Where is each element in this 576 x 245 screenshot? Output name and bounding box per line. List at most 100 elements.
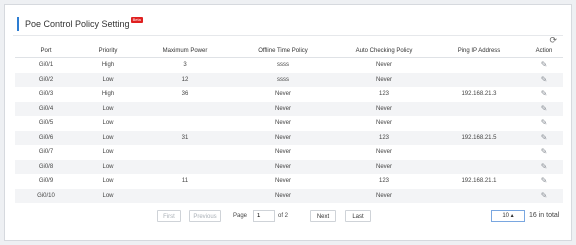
poe-policy-panel: Poe Control Policy Setting Beta ⟳ Port P… <box>4 4 572 241</box>
table-row: Gi0/5 Low Never Never ✎ <box>15 116 563 131</box>
cell-ping-ip <box>433 72 525 87</box>
edit-icon[interactable]: ✎ <box>541 177 548 185</box>
previous-page-button[interactable]: Previous <box>189 210 221 222</box>
edit-icon[interactable]: ✎ <box>541 90 548 98</box>
cell-auto-checking: Never <box>335 159 433 174</box>
cell-auto-checking: Never <box>335 188 433 203</box>
edit-icon[interactable]: ✎ <box>541 148 548 156</box>
cell-offline-policy: Never <box>231 101 335 116</box>
cell-priority: Low <box>77 101 139 116</box>
column-header-action: Action <box>525 45 563 58</box>
cell-ping-ip: 192.168.21.3 <box>461 91 497 98</box>
cell-max-power: 11 <box>181 178 189 185</box>
total-count: 16 in total <box>529 212 560 219</box>
cell-auto-checking: 123 <box>378 91 389 98</box>
cell-priority: High <box>101 91 115 98</box>
cell-priority: Low <box>77 72 139 87</box>
table-row: Gi0/8 Low Never Never ✎ <box>15 159 563 174</box>
cell-ping-ip <box>433 188 525 203</box>
cell-action: ✎ <box>525 174 563 189</box>
cell-offline-policy: Never <box>274 120 291 127</box>
cell-offline-policy: Never <box>274 178 291 185</box>
cell-priority: Low <box>77 130 139 145</box>
table-row: Gi0/9 Low 11 Never 123 192.168.21.1 ✎ <box>15 174 563 189</box>
edit-icon[interactable]: ✎ <box>541 191 548 200</box>
cell-priority: Low <box>77 159 139 174</box>
cell-offline-policy: ssss <box>277 62 289 69</box>
table-row: Gi0/6 Low 31 Never 123 192.168.21.5 ✎ <box>15 130 563 145</box>
cell-auto-checking: 123 <box>378 178 389 185</box>
cell-max-power <box>139 101 231 116</box>
cell-auto-checking: Never <box>375 149 392 156</box>
page-label: Page <box>233 213 248 219</box>
page-title: Poe Control Policy Setting <box>25 19 130 29</box>
cell-offline-policy: Never <box>274 91 291 98</box>
edit-icon[interactable]: ✎ <box>541 61 548 69</box>
cell-ping-ip <box>433 145 525 160</box>
cell-action: ✎ <box>525 145 563 160</box>
cell-port: Gi0/3 <box>38 91 54 98</box>
pagination: First Previous Page of 2 Next Last 10 ▴ … <box>5 210 573 224</box>
page-number-input[interactable] <box>253 210 275 222</box>
cell-ping-ip <box>433 116 525 131</box>
cell-max-power <box>139 145 231 160</box>
edit-icon[interactable]: ✎ <box>541 75 548 84</box>
cell-offline-policy: Never <box>231 159 335 174</box>
cell-action: ✎ <box>525 116 563 131</box>
cell-offline-policy: Never <box>231 130 335 145</box>
cell-auto-checking: Never <box>335 101 433 116</box>
cell-priority: Low <box>77 188 139 203</box>
cell-port: Gi0/6 <box>15 130 77 145</box>
cell-max-power: 3 <box>183 62 187 69</box>
edit-icon[interactable]: ✎ <box>541 119 548 127</box>
cell-action: ✎ <box>525 58 563 73</box>
cell-action: ✎ <box>525 159 563 174</box>
cell-max-power: 12 <box>139 72 231 87</box>
column-header-offline-policy[interactable]: Offline Time Policy <box>231 45 335 58</box>
column-header-port[interactable]: Port <box>15 45 77 58</box>
cell-port: Gi0/4 <box>15 101 77 116</box>
cell-ping-ip: 192.168.21.5 <box>433 130 525 145</box>
column-header-auto-checking[interactable]: Auto Checking Policy <box>335 45 433 58</box>
cell-max-power <box>139 188 231 203</box>
cell-action: ✎ <box>525 72 563 87</box>
cell-action: ✎ <box>525 87 563 102</box>
table-row: Gi0/10 Low Never Never ✎ <box>15 188 563 203</box>
column-header-max-power[interactable]: Maximum Power <box>139 45 231 58</box>
last-page-button[interactable]: Last <box>345 210 371 222</box>
next-page-button[interactable]: Next <box>310 210 336 222</box>
poe-policy-table: Port Priority Maximum Power Offline Time… <box>15 45 563 203</box>
cell-max-power <box>139 116 231 131</box>
cell-auto-checking: Never <box>335 72 433 87</box>
beta-badge: Beta <box>130 17 143 23</box>
cell-port: Gi0/7 <box>38 149 54 156</box>
cell-ping-ip <box>433 159 525 174</box>
column-header-ping-ip[interactable]: Ping IP Address <box>433 45 525 58</box>
cell-priority: Low <box>102 178 114 185</box>
table-row: Gi0/1 High 3 ssss Never ✎ <box>15 58 563 73</box>
edit-icon[interactable]: ✎ <box>541 133 548 142</box>
cell-auto-checking: Never <box>375 62 392 69</box>
edit-icon[interactable]: ✎ <box>541 104 548 113</box>
cell-offline-policy: Never <box>231 188 335 203</box>
cell-port: Gi0/10 <box>15 188 77 203</box>
cell-max-power: 31 <box>139 130 231 145</box>
cell-ping-ip <box>433 101 525 116</box>
cell-max-power <box>139 159 231 174</box>
cell-offline-policy: Never <box>274 149 291 156</box>
cell-offline-policy: ssss <box>231 72 335 87</box>
cell-priority: Low <box>102 120 114 127</box>
cell-ping-ip <box>433 58 525 73</box>
cell-action: ✎ <box>525 188 563 203</box>
edit-icon[interactable]: ✎ <box>541 162 548 171</box>
cell-port: Gi0/5 <box>38 120 54 127</box>
page-size-select[interactable]: 10 ▴ <box>491 210 525 222</box>
cell-port: Gi0/8 <box>15 159 77 174</box>
first-page-button[interactable]: First <box>157 210 181 222</box>
table-row: Gi0/4 Low Never Never ✎ <box>15 101 563 116</box>
cell-ping-ip: 192.168.21.1 <box>461 178 497 185</box>
cell-auto-checking: Never <box>375 120 392 127</box>
column-header-priority[interactable]: Priority <box>77 45 139 58</box>
cell-priority: Low <box>102 149 114 156</box>
cell-auto-checking: 123 <box>335 130 433 145</box>
